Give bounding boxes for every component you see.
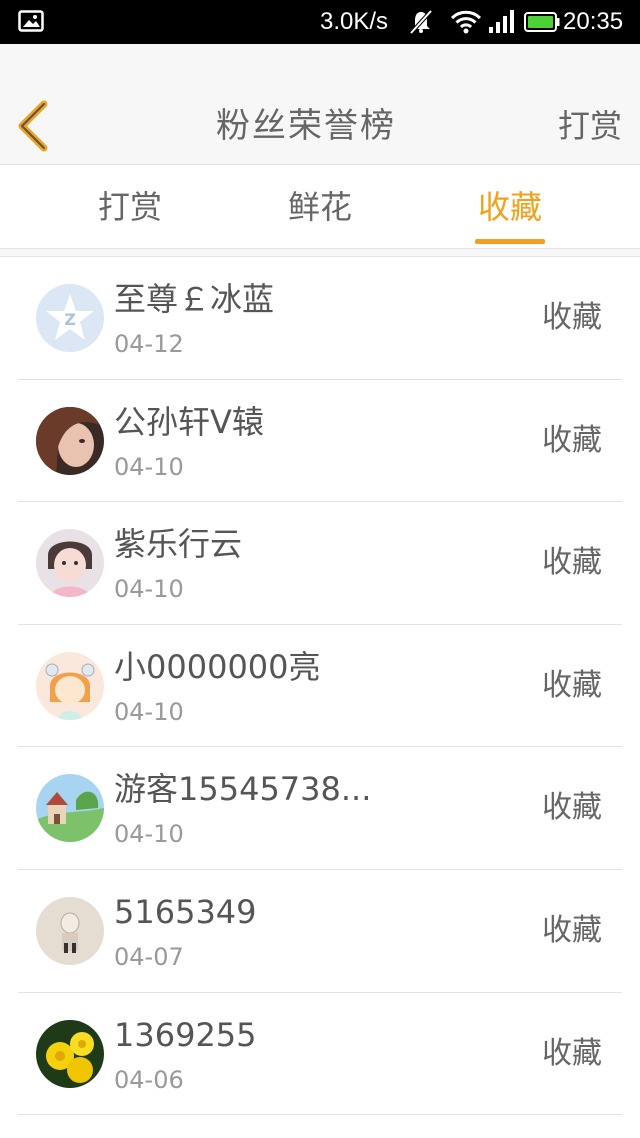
fan-date: 04-12 bbox=[114, 330, 184, 358]
avatar bbox=[36, 774, 104, 843]
list-item[interactable]: 小0000000亮 04-10 收藏 bbox=[0, 625, 640, 748]
tab-bar: 打赏 鲜花 收藏 bbox=[0, 165, 640, 249]
wifi-icon bbox=[450, 9, 482, 35]
avatar bbox=[36, 1019, 104, 1088]
tab-reward[interactable]: 打赏 bbox=[60, 187, 200, 227]
tab-flowers[interactable]: 鲜花 bbox=[250, 187, 390, 227]
favorite-label: 收藏 bbox=[542, 545, 602, 581]
favorite-label: 收藏 bbox=[542, 667, 602, 703]
favorite-label: 收藏 bbox=[542, 422, 602, 458]
fan-name: 游客15545738... bbox=[114, 770, 372, 809]
fan-date: 04-10 bbox=[114, 452, 184, 481]
fan-date: 04-07 bbox=[114, 942, 184, 971]
mute-icon bbox=[408, 9, 434, 35]
header: 粉丝荣誉榜 打赏 bbox=[0, 44, 640, 165]
avatar bbox=[36, 529, 104, 598]
reward-button[interactable]: 打赏 bbox=[558, 102, 622, 150]
fan-name: 5165349 bbox=[114, 892, 257, 931]
favorite-label: 收藏 bbox=[542, 300, 602, 335]
list-item[interactable]: 游客15545738... 04-10 收藏 bbox=[0, 747, 640, 870]
list-item[interactable]: Z 至尊￡冰蓝 04-12 收藏 bbox=[0, 257, 640, 380]
fan-date: 04-10 bbox=[114, 575, 184, 604]
fan-list: Z 至尊￡冰蓝 04-12 收藏 公孙轩V辕 04-10 收藏 紫乐行云 04-… bbox=[0, 257, 640, 1115]
favorite-label: 收藏 bbox=[542, 790, 602, 826]
clock: 20:35 bbox=[563, 8, 624, 35]
battery-icon bbox=[524, 12, 560, 32]
signal-icon bbox=[488, 9, 516, 35]
fan-name: 小0000000亮 bbox=[114, 647, 321, 686]
svg-text:Z: Z bbox=[64, 310, 76, 329]
list-item[interactable]: 1369255 04-06 收藏 bbox=[0, 993, 640, 1116]
avatar: Z bbox=[36, 284, 104, 352]
fan-name: 紫乐行云 bbox=[114, 525, 243, 564]
network-speed: 3.0K/s bbox=[320, 8, 389, 35]
list-divider bbox=[0, 249, 640, 257]
avatar bbox=[36, 896, 104, 965]
avatar bbox=[36, 651, 104, 720]
fan-name: 公孙轩V辕 bbox=[114, 402, 264, 441]
fan-date: 04-10 bbox=[114, 820, 184, 849]
tab-favorites[interactable]: 收藏 bbox=[440, 187, 580, 227]
list-item[interactable]: 5165349 04-07 收藏 bbox=[0, 870, 640, 993]
favorite-label: 收藏 bbox=[542, 912, 602, 948]
list-item[interactable]: 紫乐行云 04-10 收藏 bbox=[0, 502, 640, 625]
gallery-icon bbox=[18, 10, 44, 32]
fan-date: 04-06 bbox=[114, 1065, 184, 1094]
list-item[interactable]: 公孙轩V辕 04-10 收藏 bbox=[0, 380, 640, 503]
avatar bbox=[36, 406, 104, 475]
fan-name: 至尊￡冰蓝 bbox=[114, 280, 275, 318]
page-title: 粉丝荣誉榜 bbox=[216, 106, 396, 146]
status-bar: 3.0K/s 20:35 bbox=[0, 0, 640, 44]
tab-indicator bbox=[475, 239, 545, 244]
favorite-label: 收藏 bbox=[542, 1035, 602, 1071]
fan-name: 1369255 bbox=[114, 1015, 257, 1054]
fan-date: 04-10 bbox=[114, 697, 184, 726]
